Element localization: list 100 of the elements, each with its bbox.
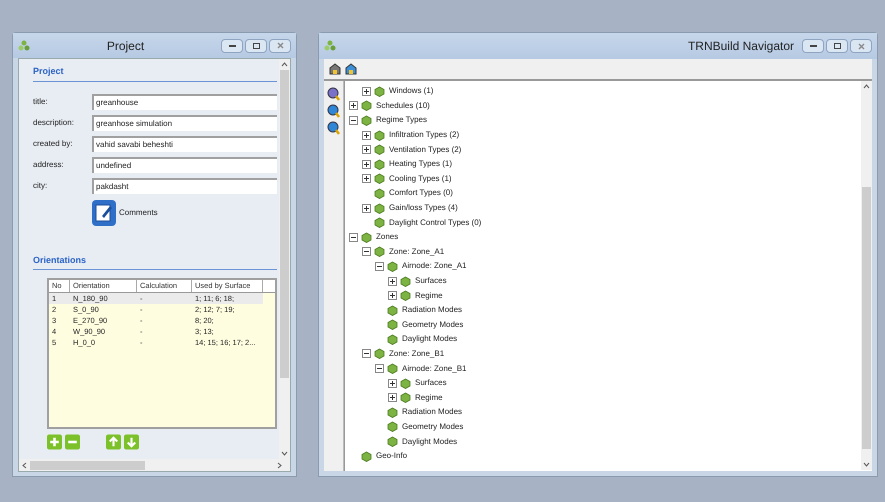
tree-item[interactable]: Radiation Modes [402, 304, 462, 316]
tree-item[interactable]: Geometry Modes [402, 318, 464, 331]
tree-item[interactable]: Cooling Types (1) [389, 172, 452, 185]
tree-item[interactable]: Geometry Modes [402, 420, 464, 433]
maximize-button[interactable] [245, 38, 267, 52]
field-label: city: [33, 180, 48, 192]
tree-item[interactable]: Regime [415, 290, 443, 302]
tree-item[interactable]: Regime [415, 392, 443, 404]
node-icon [387, 421, 398, 432]
tree-item[interactable]: Airnode: Zone_A1 [402, 260, 466, 272]
field-label: address: [33, 158, 65, 170]
collapse-icon[interactable] [349, 116, 358, 125]
node-icon [387, 260, 398, 272]
tree-item[interactable]: Windows (1) [389, 85, 434, 98]
tree-item[interactable]: Daylight Modes [402, 333, 458, 346]
tree-item[interactable]: Zones [376, 231, 398, 244]
node-icon [361, 450, 372, 462]
collapse-icon[interactable] [349, 232, 358, 242]
tree-item[interactable]: Daylight Control Types (0) [389, 216, 482, 229]
tree-item[interactable]: Zone: Zone_B1 [389, 348, 444, 360]
tree-item[interactable]: Airnode: Zone_B1 [402, 362, 466, 375]
window-title: TRNBuild Navigator [688, 39, 794, 53]
tree-item[interactable]: Heating Types (1) [389, 158, 452, 170]
field-label: created by: [33, 138, 74, 150]
tree-item[interactable]: Surfaces [415, 377, 447, 390]
node-icon [374, 246, 385, 258]
node-icon [387, 334, 398, 345]
node-icon [374, 188, 385, 199]
node-icon [374, 348, 385, 360]
node-icon [400, 378, 411, 389]
node-icon [387, 304, 398, 316]
expand-icon[interactable] [388, 393, 397, 402]
node-icon [387, 406, 398, 418]
scroll-up-icon[interactable] [281, 62, 288, 67]
expand-icon[interactable] [388, 378, 397, 388]
tree-item[interactable]: Radiation Modes [402, 406, 462, 418]
expand-icon[interactable] [362, 145, 371, 154]
node-icon [400, 392, 411, 404]
expand-icon[interactable] [349, 101, 358, 110]
edit-note-icon[interactable] [92, 200, 116, 226]
horizontal-scrollbar[interactable] [19, 459, 290, 471]
tree-item[interactable]: Surfaces [415, 275, 447, 288]
tree-item[interactable]: Schedules (10) [376, 100, 430, 112]
collapse-icon[interactable] [362, 349, 371, 358]
node-icon [361, 232, 372, 243]
node-icon [387, 436, 398, 448]
tree-item[interactable]: Comfort Types (0) [389, 187, 453, 200]
tree-item[interactable]: Ventilation Types (2) [389, 144, 462, 156]
input-field[interactable]: undefined [92, 156, 277, 172]
node-icon [374, 144, 385, 156]
collapse-icon[interactable] [362, 247, 371, 256]
node-icon [400, 276, 411, 287]
close-icon [276, 42, 284, 49]
tree-item[interactable]: Infiltration Types (2) [389, 129, 460, 142]
input-field[interactable]: pakdasht [92, 178, 277, 194]
scroll-down-icon[interactable] [863, 462, 870, 467]
window-title: Project [106, 38, 144, 52]
field-label: description: [33, 116, 75, 128]
expand-icon[interactable] [362, 160, 371, 169]
collapse-icon[interactable] [375, 262, 384, 271]
building-icon[interactable] [344, 62, 358, 76]
scroll-down-icon[interactable] [281, 451, 288, 456]
maximize-button[interactable] [826, 39, 848, 53]
expand-icon[interactable] [388, 276, 397, 286]
section-heading: Orientations [33, 254, 277, 270]
section-heading: Project [33, 65, 277, 82]
expand-icon[interactable] [362, 174, 371, 184]
scroll-left-icon[interactable] [22, 462, 27, 468]
input-field[interactable]: greanhouse [92, 94, 277, 110]
node-icon [387, 319, 398, 330]
node-icon [387, 363, 398, 374]
tree-item[interactable]: Gain/loss Types (4) [389, 202, 458, 214]
scroll-up-icon[interactable] [863, 84, 870, 89]
tree-item[interactable]: Zone: Zone_A1 [389, 246, 444, 258]
building-icon[interactable] [328, 62, 342, 76]
node-icon [361, 100, 372, 112]
vertical-scrollbar[interactable] [861, 81, 872, 470]
expand-icon[interactable] [362, 204, 371, 213]
expand-icon[interactable] [362, 130, 371, 140]
node-icon [400, 290, 411, 302]
input-field[interactable]: vahid savabi beheshti [92, 136, 277, 152]
close-icon [858, 42, 864, 50]
node-icon [374, 202, 385, 214]
expand-icon[interactable] [362, 86, 371, 96]
scroll-right-icon[interactable] [277, 462, 282, 468]
tree-item[interactable]: Regime Types [376, 114, 427, 126]
tree-item[interactable]: Geo-Info [376, 450, 408, 462]
node-icon [374, 130, 385, 141]
node-icon [361, 114, 372, 126]
input-field[interactable]: greanhose simulation [92, 114, 277, 130]
node-icon [374, 158, 385, 170]
comments-label[interactable]: Comments [119, 206, 158, 218]
node-icon [374, 86, 385, 97]
collapse-icon[interactable] [375, 364, 384, 374]
minimize-button[interactable] [802, 39, 824, 53]
expand-icon[interactable] [388, 291, 397, 300]
minimize-button[interactable] [221, 38, 243, 52]
field-label: title: [33, 96, 49, 108]
vertical-scrollbar[interactable] [279, 59, 290, 459]
tree-item[interactable]: Daylight Modes [402, 436, 458, 448]
